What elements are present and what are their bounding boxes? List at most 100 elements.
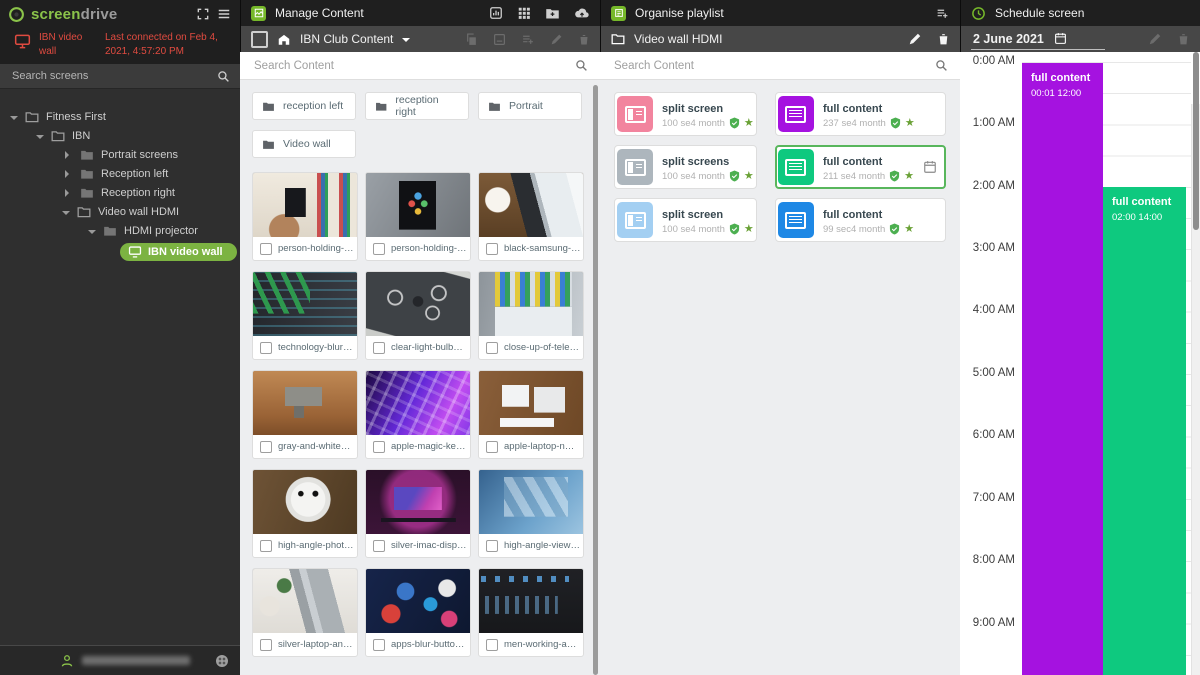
playlist-item[interactable]: full content 99 sec4 month ★ — [775, 198, 946, 242]
edit-icon[interactable] — [1148, 32, 1162, 46]
chevron-down-icon[interactable] — [36, 135, 44, 143]
calendar-icon[interactable] — [1054, 32, 1067, 45]
item-checkbox[interactable] — [486, 342, 498, 354]
grid-view-icon[interactable] — [517, 6, 531, 20]
add-playlist-icon[interactable] — [935, 7, 950, 20]
folder-chip[interactable]: reception right — [365, 92, 469, 120]
dropdown-arrow-icon[interactable] — [402, 38, 410, 46]
folder-chip[interactable]: reception left — [252, 92, 356, 120]
schedule-grid[interactable]: full content 00:01 12:00 full content 02… — [1022, 52, 1191, 675]
edit-icon[interactable] — [908, 32, 922, 46]
search-content-input[interactable] — [252, 59, 575, 73]
schedule-event[interactable]: full content 02:00 14:00 — [1103, 187, 1186, 675]
date-field[interactable]: 2 June 2021 — [971, 29, 1105, 50]
content-card[interactable]: high-angle-view… — [478, 469, 584, 558]
fullscreen-icon[interactable] — [196, 7, 210, 21]
chevron-down-icon[interactable] — [62, 211, 70, 219]
search-icon[interactable] — [217, 70, 230, 83]
content-card[interactable]: clear-light-bulb… — [365, 271, 471, 360]
add-to-playlist-icon[interactable] — [521, 33, 535, 46]
content-card[interactable]: apps-blur-butto… — [365, 568, 471, 657]
search-icon[interactable] — [935, 59, 948, 72]
content-card[interactable]: silver-laptop-an… — [252, 568, 358, 657]
playlist-item-selected[interactable]: full content 211 se4 month ★ — [775, 145, 946, 189]
tree-item-reception-left[interactable]: Reception left — [0, 164, 240, 183]
content-card[interactable]: apple-magic-ke… — [365, 370, 471, 459]
item-checkbox[interactable] — [260, 540, 272, 552]
item-checkbox[interactable] — [486, 639, 498, 651]
playlist-item[interactable]: split screen 100 se4 month ★ — [614, 198, 757, 242]
item-checkbox[interactable] — [373, 540, 385, 552]
chevron-right-icon[interactable] — [65, 189, 73, 197]
copy-icon[interactable] — [465, 33, 478, 46]
tree-item-reception-right[interactable]: Reception right — [0, 183, 240, 202]
chevron-right-icon[interactable] — [65, 170, 73, 178]
item-checkbox[interactable] — [373, 342, 385, 354]
content-card[interactable]: apple-laptop-n… — [478, 370, 584, 459]
content-card[interactable]: silver-imac-disp… — [365, 469, 471, 558]
content-card[interactable]: gray-and-white… — [252, 370, 358, 459]
clock-icon — [971, 6, 986, 21]
schedule-scrollbar-thumb[interactable] — [1193, 52, 1199, 230]
delete-icon[interactable] — [578, 33, 590, 46]
playlist-item[interactable]: full content 237 se4 month ★ — [775, 92, 946, 136]
folder-chip[interactable]: Video wall — [252, 130, 356, 158]
manage-content-panel: Manage Content — [240, 0, 600, 675]
tree-item-hdmi-projector[interactable]: HDMI projector — [0, 221, 240, 240]
chevron-down-icon[interactable] — [88, 230, 96, 238]
search-screens-input[interactable] — [10, 69, 217, 83]
tree-item-ibn[interactable]: IBN — [0, 126, 240, 145]
playlist-item[interactable]: split screens 100 se4 month ★ — [614, 145, 757, 189]
folder-icon — [611, 33, 625, 45]
calendar-icon[interactable] — [923, 160, 937, 174]
chevron-right-icon[interactable] — [65, 151, 73, 159]
tree-item-ibn-video-wall-selected[interactable]: IBN video wall — [120, 243, 237, 261]
search-icon[interactable] — [575, 59, 588, 72]
item-checkbox[interactable] — [260, 441, 272, 453]
folder-icon — [80, 187, 94, 199]
menu-icon[interactable] — [216, 7, 232, 21]
item-checkbox[interactable] — [260, 639, 272, 651]
content-card[interactable]: men-working-a… — [478, 568, 584, 657]
delete-icon[interactable] — [1177, 32, 1190, 46]
item-checkbox[interactable] — [486, 540, 498, 552]
save-icon[interactable] — [493, 33, 506, 46]
breadcrumb[interactable]: IBN Club Content — [300, 32, 393, 46]
content-scrollbar[interactable] — [593, 85, 598, 675]
hour-label: 2:00 AM — [960, 180, 1015, 192]
delete-icon[interactable] — [937, 32, 950, 46]
content-card[interactable]: black-samsung-… — [478, 172, 584, 261]
item-checkbox[interactable] — [486, 441, 498, 453]
analytics-icon[interactable] — [489, 6, 503, 20]
playlist-item[interactable]: split screen 100 se4 month ★ — [614, 92, 757, 136]
search-playlist-input[interactable] — [612, 59, 935, 73]
tree-item-portrait-screens[interactable]: Portrait screens — [0, 145, 240, 164]
item-checkbox[interactable] — [373, 639, 385, 651]
verified-icon — [729, 117, 740, 129]
content-card[interactable]: person-holding-… — [365, 172, 471, 261]
redacted-email — [82, 656, 190, 665]
tree-item-fitness-first[interactable]: Fitness First — [0, 107, 240, 126]
upload-icon[interactable] — [574, 7, 590, 20]
tree-item-video-wall-hdmi[interactable]: Video wall HDMI — [0, 202, 240, 221]
item-checkbox[interactable] — [373, 243, 385, 255]
chevron-down-icon[interactable] — [10, 116, 18, 124]
item-checkbox[interactable] — [260, 342, 272, 354]
edit-icon[interactable] — [550, 33, 563, 46]
folder-icon — [80, 149, 94, 161]
content-card[interactable]: technology-blur… — [252, 271, 358, 360]
content-thumbnail — [479, 371, 583, 435]
schedule-event[interactable]: full content 00:01 12:00 — [1022, 63, 1103, 675]
content-card[interactable]: high-angle-phot… — [252, 469, 358, 558]
folder-open-icon — [51, 130, 65, 142]
item-checkbox[interactable] — [373, 441, 385, 453]
item-checkbox[interactable] — [260, 243, 272, 255]
globe-icon[interactable] — [214, 653, 230, 669]
add-folder-icon[interactable] — [545, 7, 560, 20]
content-card[interactable]: person-holding-… — [252, 172, 358, 261]
folder-chip[interactable]: Portrait — [478, 92, 582, 120]
select-all-checkbox[interactable] — [251, 31, 268, 48]
item-checkbox[interactable] — [486, 243, 498, 255]
content-card[interactable]: close-up-of-tele… — [478, 271, 584, 360]
home-icon[interactable] — [277, 33, 291, 46]
